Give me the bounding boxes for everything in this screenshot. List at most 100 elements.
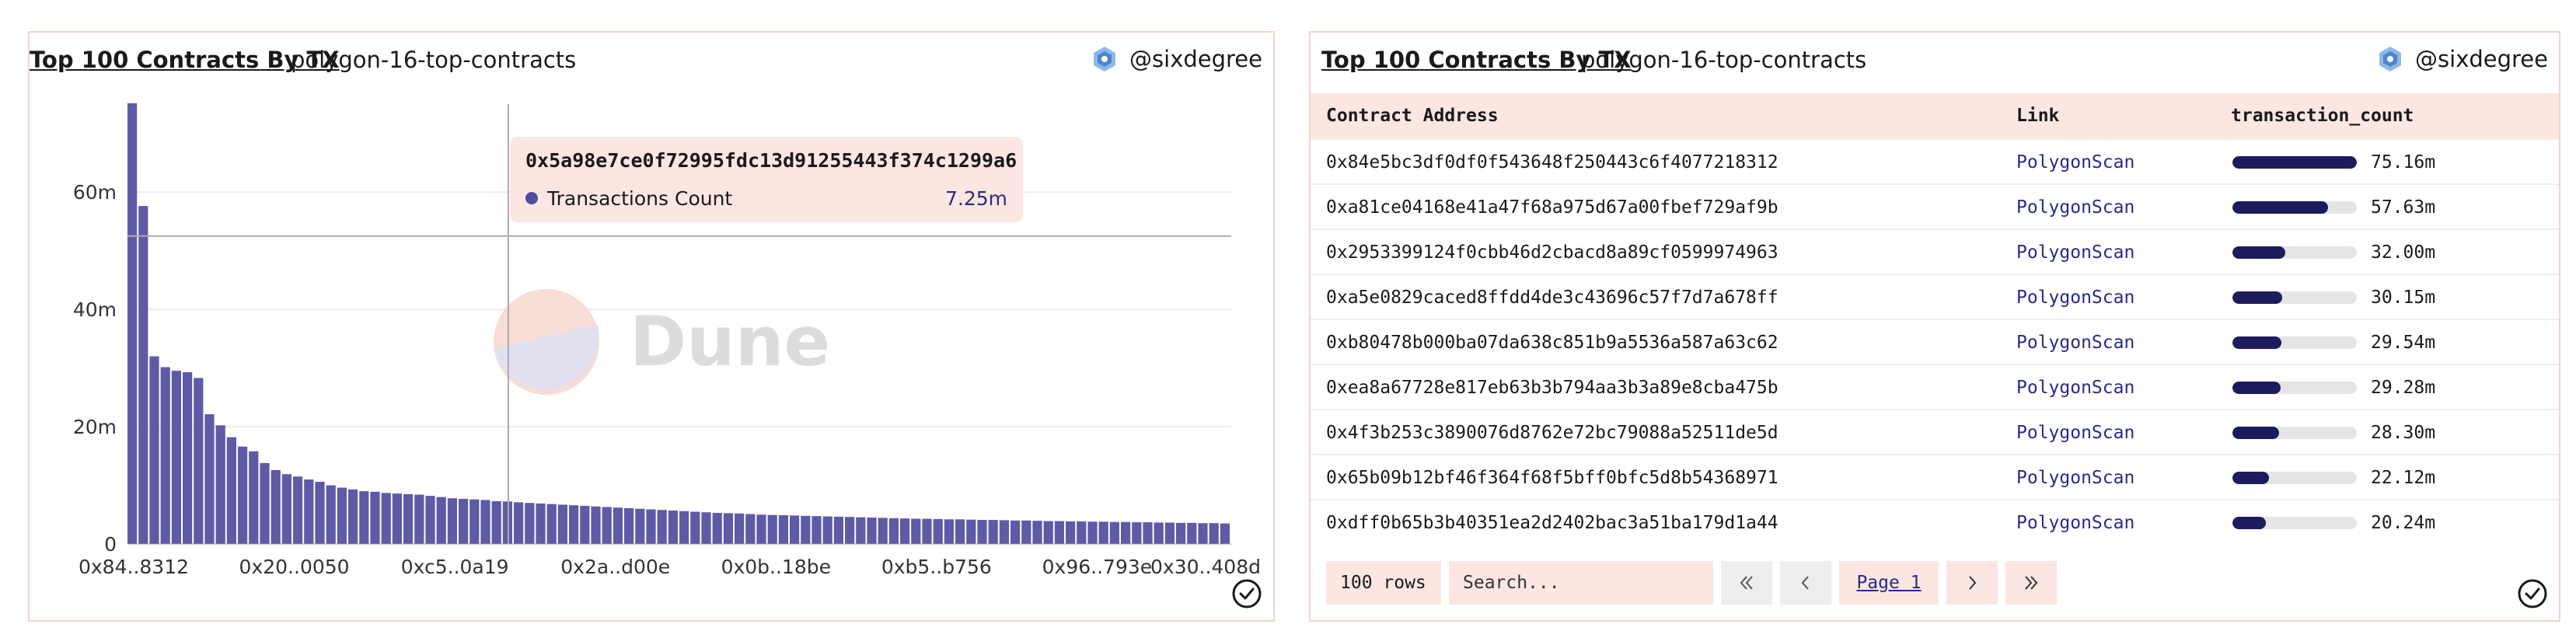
author[interactable]: @sixdegree xyxy=(2376,45,2548,73)
author-name: @sixdegree xyxy=(2415,46,2548,72)
chart-bar xyxy=(525,503,535,544)
last-page-button[interactable] xyxy=(2005,561,2057,605)
table-panel: Top 100 Contracts By TX polygon-16-top-c… xyxy=(1309,31,2560,622)
chart-bar xyxy=(867,518,877,544)
check-circle-icon xyxy=(1232,579,1262,608)
panel-header: Top 100 Contracts By TX polygon-16-top-c… xyxy=(1311,33,2559,89)
query-slug: polygon-16-top-contracts xyxy=(1581,47,1867,73)
check-circle-icon xyxy=(2518,579,2547,608)
polygonscan-link[interactable]: PolygonScan xyxy=(2016,333,2134,353)
chart-bar xyxy=(204,414,215,544)
chart-bar xyxy=(381,493,391,544)
table-row: 0x2953399124f0cbb46d2cbacd8a89cf05999749… xyxy=(1311,228,2559,274)
count-progress-bar xyxy=(2232,201,2357,214)
table-row: 0x65b09b12bf46f364f68f5bff0bfc5d8b543689… xyxy=(1311,454,2559,499)
chart-bar xyxy=(801,515,811,544)
count-progress-bar xyxy=(2232,472,2357,484)
contract-address: 0xdff0b65b3b40351ea2d2402bac3a51ba179d1a… xyxy=(1326,513,1778,533)
chart-bar xyxy=(138,206,148,544)
polygonscan-link[interactable]: PolygonScan xyxy=(2016,513,2134,533)
dune-watermark: Dune xyxy=(630,302,830,382)
chart-bar xyxy=(1164,522,1175,544)
chart-bar xyxy=(459,498,469,544)
chart-bar xyxy=(1154,522,1164,544)
chart-bar xyxy=(778,515,788,544)
chart-bar xyxy=(767,514,777,544)
chart-bar xyxy=(657,510,667,544)
next-page-button[interactable] xyxy=(1946,561,1998,605)
polygonscan-link[interactable]: PolygonScan xyxy=(2016,242,2134,263)
chart-bar xyxy=(911,518,921,544)
row-count: 100 rows xyxy=(1326,561,1441,605)
chart-bar xyxy=(171,371,181,544)
x-tick-label: 0x0b..18be xyxy=(721,556,831,578)
chart-tooltip: 0x5a98e7ce0f72995fdc13d91255443f374c1299… xyxy=(510,137,1023,222)
chart-bar xyxy=(1066,521,1076,544)
chevron-right-icon xyxy=(1969,576,1977,590)
chart-bar xyxy=(514,502,524,544)
chart-bar xyxy=(591,506,601,544)
table-row: 0xa81ce04168e41a47f68a975d67a00fbef729af… xyxy=(1311,183,2559,228)
chart-bar xyxy=(194,378,204,544)
chart-bar xyxy=(922,518,932,544)
column-header-address[interactable]: Contract Address xyxy=(1326,106,1499,126)
chart-bar xyxy=(1077,521,1087,544)
first-page-button[interactable] xyxy=(1721,561,1772,605)
chart-bar xyxy=(624,507,634,544)
contract-address: 0x65b09b12bf46f364f68f5bff0bfc5d8b543689… xyxy=(1326,468,1778,488)
column-header-transaction-count[interactable]: transaction_count xyxy=(2231,106,2414,126)
count-progress-bar xyxy=(2232,517,2357,529)
author-avatar-icon xyxy=(2379,47,2402,71)
transaction-count: 57.63m xyxy=(2371,197,2436,218)
count-progress-bar xyxy=(2232,427,2357,439)
chart-bar xyxy=(944,519,954,544)
transaction-count: 29.54m xyxy=(2371,333,2436,353)
chart-bar xyxy=(701,512,711,544)
chart-bar xyxy=(668,510,678,544)
y-tick-label: 20m xyxy=(73,416,117,438)
contract-address: 0xea8a67728e817eb63b3b794aa3b3a89e8cba47… xyxy=(1326,378,1778,398)
transaction-count: 29.28m xyxy=(2371,378,2436,398)
chart-bar xyxy=(1087,521,1098,544)
polygonscan-link[interactable]: PolygonScan xyxy=(2016,152,2134,173)
chart-bar xyxy=(1098,521,1108,544)
chart-bar xyxy=(370,491,380,544)
table-footer: 100 rows Page 1 xyxy=(1326,561,2057,605)
bar-chart[interactable]: 0 20m 40m 60m Dune 0x84..8312 0x20..0050 0xc5..… xyxy=(30,33,1276,623)
chart-bar xyxy=(557,504,567,544)
chart-bar xyxy=(359,491,369,544)
chart-bar xyxy=(436,497,446,544)
series-dot-icon xyxy=(525,192,538,204)
chart-bar xyxy=(414,494,424,544)
transaction-count: 22.12m xyxy=(2371,468,2436,488)
chart-bar xyxy=(635,508,645,544)
chart-bar xyxy=(491,500,501,544)
x-tick-label: 0x84..8312 xyxy=(79,556,189,578)
chart-bar xyxy=(271,469,281,544)
polygonscan-link[interactable]: PolygonScan xyxy=(2016,423,2134,443)
chart-bar xyxy=(480,500,490,544)
polygonscan-link[interactable]: PolygonScan xyxy=(2016,468,2134,488)
polygonscan-link[interactable]: PolygonScan xyxy=(2016,197,2134,218)
chart-bar xyxy=(160,367,170,544)
chart-bar xyxy=(1021,520,1031,544)
count-progress-fill xyxy=(2232,246,2286,259)
polygonscan-link[interactable]: PolygonScan xyxy=(2016,378,2134,398)
y-tick-label: 40m xyxy=(73,298,117,321)
contract-address: 0x4f3b253c3890076d8762e72bc79088a52511de… xyxy=(1326,423,1778,443)
chart-bar xyxy=(281,474,291,544)
column-header-link[interactable]: Link xyxy=(2016,106,2059,126)
polygonscan-link[interactable]: PolygonScan xyxy=(2016,288,2134,308)
table-row: 0xa5e0829caced8ffdd4de3c43696c57f7d7a678… xyxy=(1311,274,2559,319)
search-input[interactable] xyxy=(1449,561,1713,605)
chart-bar xyxy=(602,507,612,544)
prev-page-button[interactable] xyxy=(1780,561,1831,605)
chart-bar xyxy=(1143,522,1153,544)
chart-bar xyxy=(337,487,347,544)
page-indicator[interactable]: Page 1 xyxy=(1839,561,1939,605)
chart-bar xyxy=(569,505,579,544)
chart-bar xyxy=(690,511,700,544)
chart-bar xyxy=(315,482,325,544)
chart-bar xyxy=(1054,521,1064,544)
contract-address: 0xb80478b000ba07da638c851b9a5536a587a63c… xyxy=(1326,333,1778,353)
